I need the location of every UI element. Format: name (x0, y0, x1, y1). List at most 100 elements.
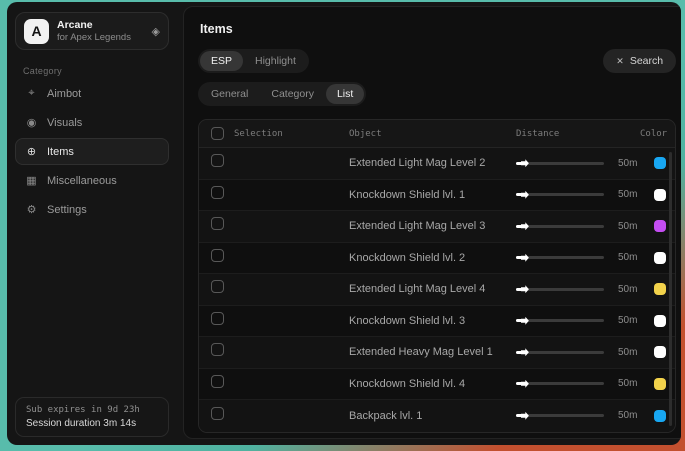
row-checkbox[interactable] (211, 154, 224, 167)
app-logo: A (24, 19, 49, 44)
distance-value: 50m (618, 158, 637, 169)
object-label: Extended Light Mag Level 4 (349, 283, 485, 295)
subscription-card: Sub expires in 9d 23h Session duration 3… (15, 397, 169, 437)
color-swatch[interactable] (654, 378, 666, 390)
sidebar-item-settings[interactable]: ⚙ Settings (15, 196, 169, 223)
slider-handle[interactable] (521, 380, 529, 388)
table-row: Extended Light Mag Level 4 50m (199, 274, 675, 306)
color-swatch[interactable] (654, 346, 666, 358)
slider-handle[interactable] (521, 285, 529, 293)
slider-handle[interactable] (521, 222, 529, 230)
distance-slider[interactable] (516, 414, 604, 417)
distance-slider[interactable] (516, 351, 604, 354)
table-row: Backpack lvl. 1 50m (199, 400, 675, 432)
app-window: A Arcane for Apex Legends ◈ Category ⌖ A… (7, 2, 681, 445)
tab-category[interactable]: Category (260, 84, 325, 104)
tab-esp[interactable]: ESP (200, 51, 243, 71)
object-label: Extended Light Mag Level 2 (349, 157, 485, 169)
table-row: Knockdown Shield lvl. 2 50m (199, 243, 675, 275)
object-label: Knockdown Shield lvl. 2 (349, 252, 465, 264)
slider-handle[interactable] (521, 159, 529, 167)
x-icon: ✕ (616, 56, 624, 67)
row-checkbox[interactable] (211, 280, 224, 293)
column-object: Object (349, 129, 516, 139)
sidebar: A Arcane for Apex Legends ◈ Category ⌖ A… (7, 2, 177, 445)
eye-icon: ◉ (25, 116, 38, 129)
color-swatch[interactable] (654, 410, 666, 422)
color-swatch[interactable] (654, 189, 666, 201)
category-label: Category (23, 66, 169, 76)
slider-handle[interactable] (521, 254, 529, 262)
pin-icon[interactable]: ◈ (152, 25, 160, 38)
color-swatch[interactable] (654, 157, 666, 169)
sidebar-item-visuals[interactable]: ◉ Visuals (15, 109, 169, 136)
slider-handle[interactable] (521, 317, 529, 325)
distance-slider[interactable] (516, 319, 604, 322)
object-label: Knockdown Shield lvl. 1 (349, 189, 465, 201)
sidebar-item-items[interactable]: ⊕ Items (15, 138, 169, 165)
grid-icon: ▦ (25, 174, 38, 187)
column-selection: Selection (234, 129, 283, 139)
distance-slider[interactable] (516, 225, 604, 228)
object-label: Knockdown Shield lvl. 3 (349, 315, 465, 327)
color-swatch[interactable] (654, 315, 666, 327)
tab-highlight[interactable]: Highlight (244, 51, 307, 71)
page-title: Items (200, 22, 676, 36)
distance-value: 50m (618, 347, 637, 358)
row-checkbox[interactable] (211, 375, 224, 388)
distance-value: 50m (618, 410, 637, 421)
object-label: Backpack lvl. 1 (349, 410, 422, 422)
object-label: Extended Light Mag Level 3 (349, 220, 485, 232)
mode-tab-group: ESPHighlight (198, 49, 309, 73)
row-checkbox[interactable] (211, 186, 224, 199)
tab-list[interactable]: List (326, 84, 364, 104)
row-checkbox[interactable] (211, 312, 224, 325)
row-checkbox[interactable] (211, 407, 224, 420)
distance-value: 50m (618, 221, 637, 232)
app-subtitle: for Apex Legends (57, 32, 144, 44)
table-row: Extended Light Mag Level 2 50m (199, 148, 675, 180)
color-swatch[interactable] (654, 283, 666, 295)
column-distance: Distance (516, 129, 640, 139)
distance-slider[interactable] (516, 382, 604, 385)
crosshair-icon: ⌖ (25, 87, 38, 100)
distance-slider[interactable] (516, 193, 604, 196)
slider-handle[interactable] (521, 348, 529, 356)
search-button[interactable]: ✕ Search (603, 49, 676, 73)
distance-value: 50m (618, 189, 637, 200)
distance-slider[interactable] (516, 256, 604, 259)
app-header-card: A Arcane for Apex Legends ◈ (15, 12, 169, 50)
sub-expiry-text: Sub expires in 9d 23h (26, 405, 158, 415)
sidebar-item-miscellaneous[interactable]: ▦ Miscellaneous (15, 167, 169, 194)
main-panel: Items ESPHighlight ✕ Search GeneralCateg… (183, 6, 681, 439)
sidebar-nav: ⌖ Aimbot ◉ Visuals ⊕ Items ▦ Miscellaneo… (15, 80, 169, 223)
color-swatch[interactable] (654, 252, 666, 264)
slider-handle[interactable] (521, 191, 529, 199)
gear-icon: ⚙ (25, 203, 38, 216)
color-swatch[interactable] (654, 220, 666, 232)
table-row: Knockdown Shield lvl. 3 50m (199, 306, 675, 338)
row-checkbox[interactable] (211, 217, 224, 230)
items-table: Selection Object Distance Color Extended… (198, 119, 676, 433)
table-row: Knockdown Shield lvl. 4 50m (199, 369, 675, 401)
table-scrollbar[interactable] (669, 152, 672, 426)
select-all-checkbox[interactable] (211, 127, 224, 140)
row-checkbox[interactable] (211, 249, 224, 262)
object-label: Knockdown Shield lvl. 4 (349, 378, 465, 390)
distance-slider[interactable] (516, 288, 604, 291)
slider-handle[interactable] (521, 412, 529, 420)
target-icon: ⊕ (25, 145, 38, 158)
table-body: Extended Light Mag Level 2 50m Knockdown… (199, 148, 675, 432)
table-row: Knockdown Shield lvl. 1 50m (199, 180, 675, 212)
desktop-background: A Arcane for Apex Legends ◈ Category ⌖ A… (0, 0, 685, 451)
search-button-label: Search (630, 55, 663, 67)
object-label: Extended Heavy Mag Level 1 (349, 346, 493, 358)
distance-value: 50m (618, 284, 637, 295)
row-checkbox[interactable] (211, 343, 224, 356)
session-duration-text: Session duration 3m 14s (26, 418, 158, 429)
app-name: Arcane (57, 19, 144, 32)
column-color: Color (640, 129, 675, 139)
tab-general[interactable]: General (200, 84, 259, 104)
distance-slider[interactable] (516, 162, 604, 165)
sidebar-item-aimbot[interactable]: ⌖ Aimbot (15, 80, 169, 107)
